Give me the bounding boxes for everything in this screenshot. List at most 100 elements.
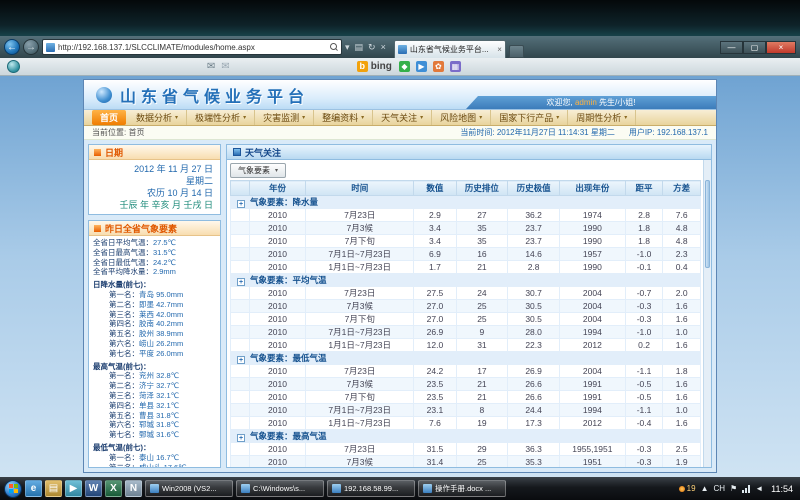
search-icon[interactable]	[330, 43, 338, 51]
station-value: 42.7mm	[156, 300, 183, 309]
scrollbar-thumb[interactable]	[705, 180, 710, 268]
browser-tab[interactable]: 山东省气候业务平台... ×	[394, 40, 506, 58]
taskbar: e▤▶WXN Win2008 (VS2...C:\Windows\s...192…	[0, 477, 800, 500]
station-value: 17.6℃	[164, 463, 187, 467]
cell: 26.9	[508, 365, 560, 378]
cell: -1.0	[625, 248, 663, 261]
nav-item-5[interactable]: 天气关注▾	[373, 110, 432, 125]
weather-panel-title: 昨日全省气象要素	[105, 222, 177, 235]
taskbar-clock[interactable]: 11:54	[768, 484, 793, 494]
cell: 2004	[559, 300, 625, 313]
apps-icon[interactable]: ▦	[450, 61, 461, 72]
station-name: 胶南	[139, 319, 154, 328]
network-icon[interactable]	[742, 485, 750, 493]
close-button[interactable]: ×	[766, 41, 796, 54]
compatibility-view-icon[interactable]: ▤	[355, 42, 364, 53]
url-text[interactable]: http://192.168.137.1/SLCCLIMATE/modules/…	[58, 43, 327, 52]
tray-badge[interactable]: 19	[679, 484, 696, 493]
bing-label: bing	[371, 61, 392, 72]
bing-logo[interactable]: b bing	[357, 61, 392, 72]
element-filter-button[interactable]: 气象要素 ▾	[230, 163, 286, 178]
section-title: 天气关注	[245, 146, 281, 159]
rank-item: 第三名：菏泽 32.1℃	[93, 391, 216, 401]
mail-send-icon[interactable]: ✉	[221, 61, 229, 73]
cell: 36.2	[508, 209, 560, 222]
rank-label: 第五名：	[109, 411, 139, 420]
nav-item-7[interactable]: 国家下行产品▾	[491, 110, 568, 125]
action-center-flag-icon[interactable]: ⚑	[730, 484, 737, 493]
cell: 23.7	[508, 235, 560, 248]
date-line: 2012 年 11 月 27 日	[96, 163, 213, 175]
address-input[interactable]: http://192.168.137.1/SLCCLIMATE/modules/…	[42, 39, 342, 55]
nav-item-8[interactable]: 周期性分析▾	[568, 110, 636, 125]
section-cell: +气象要素：平均气温	[231, 274, 701, 287]
messenger-icon[interactable]: ◆	[399, 61, 410, 72]
cell: -0.7	[625, 287, 663, 300]
rank-label: 第二名：	[109, 300, 139, 309]
cell: 1994	[559, 326, 625, 339]
cell: -1.1	[625, 365, 663, 378]
ie-icon[interactable]: e	[25, 480, 42, 497]
volume-icon[interactable]: ◄	[755, 484, 763, 493]
cell: 2010	[249, 222, 305, 235]
address-dropdown-icon[interactable]: ▾	[345, 42, 350, 53]
explorer-folder-icon[interactable]: ▤	[45, 480, 62, 497]
cell: 2010	[249, 287, 305, 300]
cell: 1974	[559, 209, 625, 222]
toolbar-logo-icon[interactable]	[7, 60, 20, 73]
taskbar-window-button[interactable]: 192.168.58.99...	[327, 480, 415, 497]
notepad-icon[interactable]: N	[125, 480, 142, 497]
expand-icon[interactable]: +	[237, 356, 245, 364]
forward-button[interactable]: →	[23, 39, 39, 55]
window-icon	[332, 484, 341, 493]
rank-label: 第一名：	[109, 290, 139, 299]
show-hidden-icons-chevron[interactable]: ▲	[701, 484, 709, 493]
expand-icon[interactable]: +	[237, 200, 245, 208]
expand-icon[interactable]: +	[237, 434, 245, 442]
nav-item-1[interactable]: 数据分析▾	[128, 110, 187, 125]
cell: 19	[456, 417, 508, 430]
taskbar-window-button[interactable]: C:\Windows\s...	[236, 480, 324, 497]
maximize-button[interactable]: ▢	[743, 41, 766, 54]
cell: 12.0	[414, 339, 456, 352]
word-icon[interactable]: W	[85, 480, 102, 497]
photos-icon[interactable]: ✿	[433, 61, 444, 72]
cell: 2010	[249, 313, 305, 326]
nav-item-label: 首页	[100, 111, 118, 124]
media-player-icon[interactable]: ▶	[65, 480, 82, 497]
cell: 1991	[559, 378, 625, 391]
back-button[interactable]: ←	[4, 39, 20, 55]
expand-icon[interactable]: +	[237, 278, 245, 286]
nav-item-6[interactable]: 风险地图▾	[432, 110, 491, 125]
taskbar-window-button[interactable]: 操作手册.docx ...	[418, 480, 506, 497]
cell: 24	[456, 287, 508, 300]
cell: 23.5	[414, 391, 456, 404]
new-tab-button[interactable]	[509, 45, 524, 58]
nav-item-2[interactable]: 极端性分析▾	[187, 110, 255, 125]
nav-item-3[interactable]: 灾害监测▾	[255, 110, 314, 125]
excel-icon[interactable]: X	[105, 480, 122, 497]
tab-close-icon[interactable]: ×	[497, 45, 502, 54]
nav-item-4[interactable]: 整编资料▾	[314, 110, 373, 125]
rank-label: 第六名：	[109, 339, 139, 348]
stop-icon[interactable]: ×	[381, 42, 386, 52]
breadcrumb[interactable]: 当前位置: 首页	[92, 127, 144, 138]
window-icon	[150, 484, 159, 493]
mail-icon[interactable]: ✉	[207, 61, 215, 73]
cell: 1994	[559, 404, 625, 417]
element-filter-label: 气象要素	[238, 165, 270, 176]
language-indicator[interactable]: CH	[713, 484, 725, 493]
date-panel: 日期 2012 年 11 月 27 日星期二农历 10 月 14 日壬辰 年 辛…	[88, 144, 221, 215]
cell: 2004	[559, 287, 625, 300]
video-icon[interactable]: ▶	[416, 61, 427, 72]
rank-item: 第二名：即墨 42.7mm	[93, 300, 216, 310]
refresh-icon[interactable]: ↻	[368, 42, 376, 53]
cell: 1月1日~7月23日	[306, 261, 414, 274]
nav-item-0[interactable]: 首页	[92, 110, 126, 125]
weather-panel-header: 昨日全省气象要素	[89, 221, 220, 236]
taskbar-window-button[interactable]: Win2008 (VS2...	[145, 480, 233, 497]
table-scrollbar[interactable]	[703, 160, 711, 467]
start-button[interactable]	[4, 480, 22, 498]
cell: 3.4	[414, 235, 456, 248]
minimize-button[interactable]: —	[720, 41, 743, 54]
